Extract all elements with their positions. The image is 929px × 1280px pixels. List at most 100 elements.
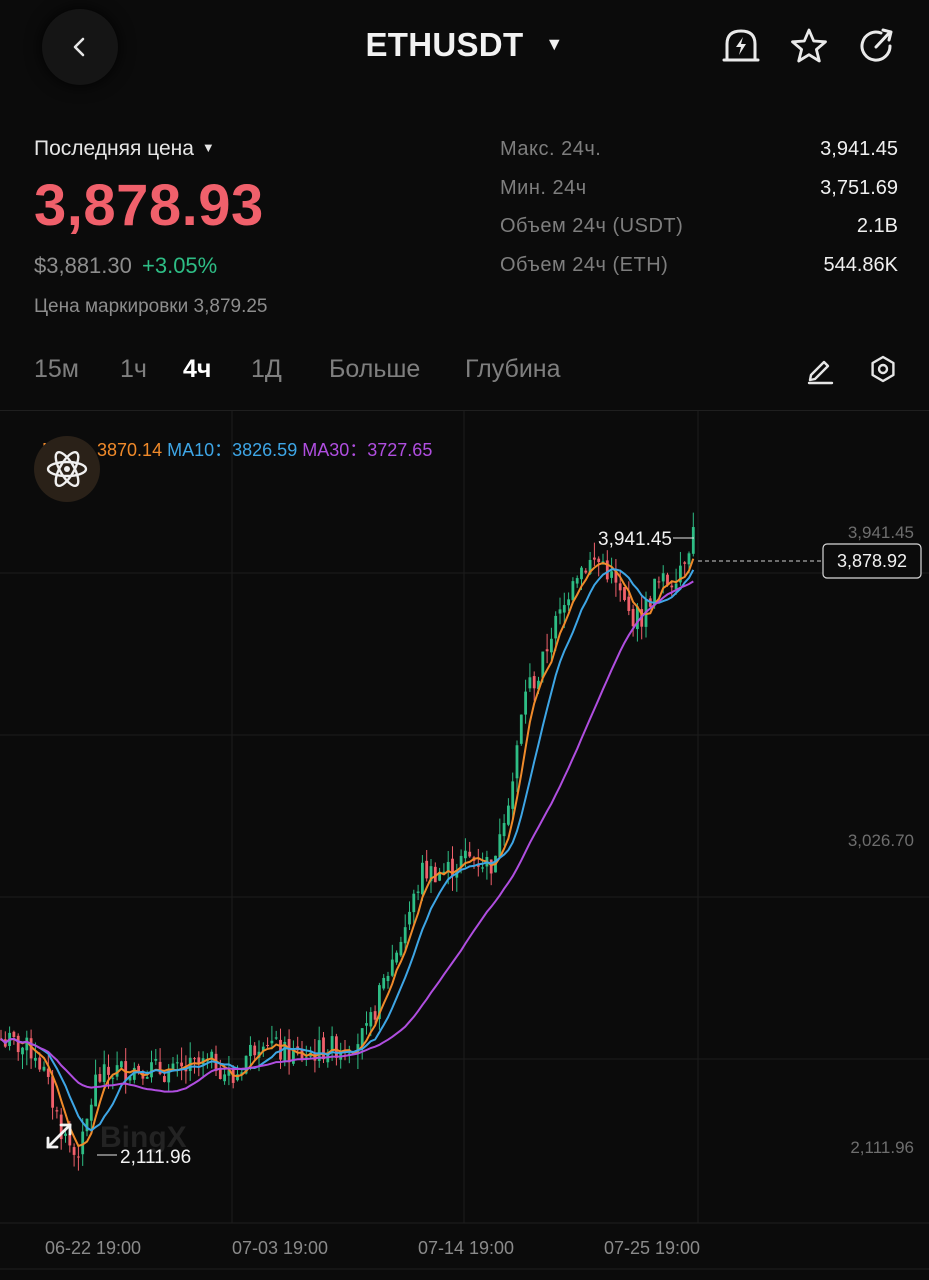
candle-body: [249, 1044, 252, 1057]
stat-row-low: Мин. 24ч 3,751.69: [500, 177, 898, 216]
candle-body: [687, 553, 691, 565]
candle-body: [554, 615, 558, 639]
candle-body: [631, 608, 635, 627]
tab-4h[interactable]: 4ч: [183, 355, 211, 384]
price-change-percent: +3.05%: [142, 253, 218, 278]
candle-body: [670, 585, 674, 588]
stat-value: 2.1B: [856, 215, 898, 237]
last-price-label: Последняя цена: [34, 137, 194, 160]
candle-body: [38, 1057, 42, 1070]
candle-body: [403, 927, 407, 944]
star-icon[interactable]: [789, 26, 829, 66]
candle-body: [210, 1051, 214, 1058]
candle-body: [322, 1037, 325, 1060]
candle-body: [661, 573, 665, 582]
candle-body: [386, 975, 390, 982]
candle-body: [524, 691, 527, 715]
candle-body: [558, 609, 562, 614]
tab-15m[interactable]: 15м: [34, 355, 79, 384]
candle-body: [390, 959, 394, 976]
candle-body: [425, 860, 429, 879]
candle-body: [51, 1076, 54, 1108]
candle-body: [416, 891, 420, 893]
candle-body: [369, 1012, 373, 1027]
candle-body: [593, 557, 596, 560]
ma-legend: MA5：3870.14 MA10：3826.59 MA30：3727.65: [42, 436, 432, 462]
candle-body: [175, 1062, 179, 1064]
ma5-line: [0, 558, 695, 1148]
candle-body: [532, 676, 536, 689]
low-price-marker: 2,111.96: [120, 1147, 191, 1168]
tab-more[interactable]: Больше: [329, 355, 420, 384]
ai-assistant-button[interactable]: [34, 436, 100, 502]
candle-body: [562, 605, 566, 613]
tab-depth[interactable]: Глубина: [465, 355, 561, 384]
stat-value: 3,751.69: [820, 176, 898, 199]
ma10-label: MA10：: [167, 440, 233, 460]
candle-body: [399, 941, 403, 956]
candle-body: [72, 1147, 76, 1155]
price-axis-label: 3,941.45: [848, 523, 914, 542]
candle-body: [515, 745, 519, 779]
time-axis-label: 07-14 19:00: [418, 1238, 514, 1258]
candle-body: [326, 1054, 330, 1063]
price-alert-icon[interactable]: [721, 26, 761, 66]
time-axis-label: 06-22 19:00: [45, 1238, 141, 1258]
candle-body: [464, 850, 467, 859]
candle-body: [270, 1040, 274, 1044]
time-axis-label: 07-03 19:00: [232, 1238, 328, 1258]
candle-body: [541, 651, 545, 678]
candle-body: [571, 581, 575, 601]
candle-body: [623, 587, 626, 601]
candle-body: [519, 714, 523, 744]
stat-value: 3,941.45: [820, 138, 898, 160]
candle-body: [421, 862, 424, 895]
draw-tool-icon[interactable]: [804, 353, 836, 385]
candle-body: [382, 977, 386, 989]
candle-body: [373, 1011, 377, 1020]
candle-body: [102, 1064, 106, 1083]
top-bar: ETHUSDT ▼: [0, 0, 929, 95]
mark-price-label: Цена маркировки: [34, 296, 189, 317]
last-price: 3,878.93: [34, 173, 264, 238]
candle-body: [42, 1066, 46, 1071]
candle-body: [584, 570, 588, 573]
stats-panel: Макс. 24ч. 3,941.45 Мин. 24ч 3,751.69 Об…: [500, 138, 898, 292]
expand-icon[interactable]: [46, 1123, 72, 1149]
candle-body: [154, 1058, 158, 1061]
candle-body: [274, 1037, 278, 1039]
candle-body: [335, 1036, 338, 1058]
candlestick-chart[interactable]: BingX3,941.453,026.702,111.963,878.923,9…: [0, 411, 929, 1270]
stat-label: Макс. 24ч.: [500, 138, 602, 160]
candle-body: [111, 1077, 115, 1079]
stat-row-volume-usdt: Объем 24ч (USDT) 2.1B: [500, 215, 898, 254]
candle-body: [223, 1074, 226, 1082]
candle-body: [412, 893, 416, 913]
current-price-label: 3,878.92: [837, 551, 907, 571]
caret-down-icon: ▼: [545, 34, 564, 54]
candle-body: [481, 867, 484, 869]
last-price-selector[interactable]: Последняя цена ▼: [34, 137, 215, 161]
price-axis-label: 2,111.96: [850, 1138, 914, 1157]
candle-body: [12, 1031, 16, 1038]
candle-body: [266, 1045, 269, 1047]
high-price-marker: 3,941.45: [598, 529, 672, 550]
candle-body: [683, 562, 687, 564]
tab-1d[interactable]: 1Д: [251, 355, 282, 384]
ma30-line: [0, 580, 694, 1093]
tab-1h[interactable]: 1ч: [120, 355, 147, 384]
timeframe-bar: 15м 1ч 4ч 1Д Больше Глубина: [0, 345, 929, 395]
candle-body: [408, 911, 411, 925]
ma30-label: MA30：: [302, 440, 368, 460]
chart-settings-icon[interactable]: [867, 353, 899, 385]
candle-body: [287, 1039, 291, 1063]
candle-body: [691, 527, 695, 554]
share-icon[interactable]: [857, 26, 897, 66]
candle-body: [597, 558, 601, 563]
candle-body: [507, 805, 510, 825]
stat-row-high: Макс. 24ч. 3,941.45: [500, 138, 898, 177]
candle-body: [575, 578, 579, 584]
candle-body: [468, 851, 472, 857]
candle-body: [150, 1062, 153, 1078]
candle-body: [180, 1062, 183, 1067]
